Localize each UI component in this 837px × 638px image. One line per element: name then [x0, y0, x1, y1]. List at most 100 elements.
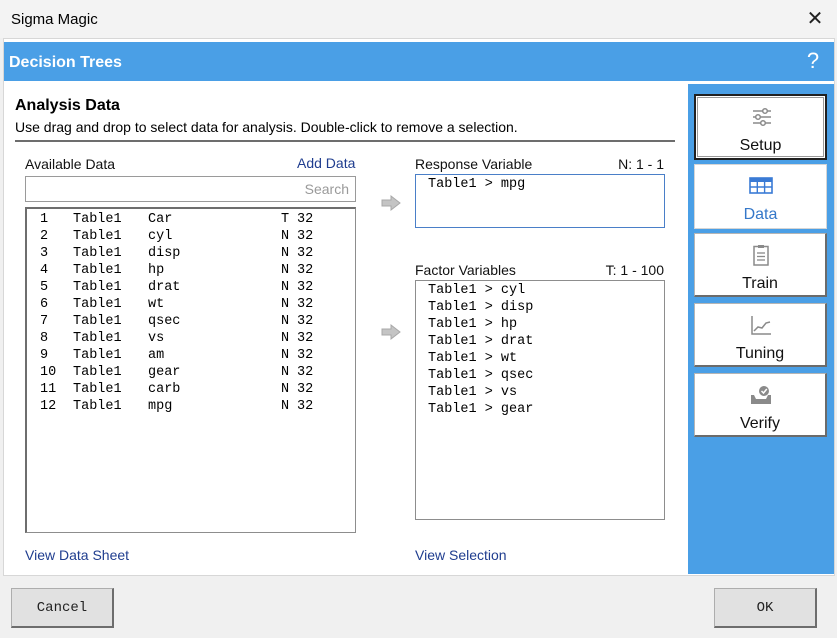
- available-data-row[interactable]: 6 Table1 wt N 32: [27, 296, 355, 313]
- row-type: N: [281, 297, 290, 312]
- available-data-row[interactable]: 3 Table1 disp N 32: [27, 245, 355, 262]
- row-count: 32: [297, 297, 314, 312]
- add-data-link[interactable]: Add Data: [297, 155, 355, 171]
- row-count: 32: [297, 382, 314, 397]
- available-data-row[interactable]: 5 Table1 drat N 32: [27, 279, 355, 296]
- row-table: Table1: [73, 280, 122, 295]
- row-variable-name: qsec: [148, 314, 181, 329]
- row-number: 11: [40, 382, 57, 397]
- nav-setup-label: Setup: [739, 137, 782, 154]
- row-type: N: [281, 331, 290, 346]
- row-type: N: [281, 246, 290, 261]
- row-count: 32: [297, 246, 314, 261]
- nav-setup-button[interactable]: Setup: [694, 94, 827, 160]
- row-variable-name: carb: [148, 382, 181, 397]
- close-icon[interactable]: ✕: [800, 6, 830, 32]
- row-count: 32: [297, 212, 314, 227]
- row-number: 5: [40, 280, 49, 295]
- nav-data-label: Data: [743, 206, 778, 223]
- window-titlebar: Sigma Magic ✕: [0, 0, 837, 38]
- row-variable-name: drat: [148, 280, 181, 295]
- available-data-row[interactable]: 11 Table1 carb N 32: [27, 381, 355, 398]
- factor-variables-label: Factor Variables: [415, 262, 516, 278]
- factor-variables-list[interactable]: Table1 > cyl Table1 > disp Table1 > hp Tabl…: [415, 280, 665, 520]
- available-data-row[interactable]: 4 Table1 hp N 32: [27, 262, 355, 279]
- view-selection-link[interactable]: View Selection: [415, 547, 507, 563]
- move-right-arrow-icon[interactable]: [381, 323, 401, 341]
- row-table: Table1: [73, 382, 122, 397]
- search-input[interactable]: [25, 176, 356, 202]
- ok-button[interactable]: OK: [714, 588, 817, 628]
- row-number: 9: [40, 348, 49, 363]
- row-number: 10: [40, 365, 57, 380]
- response-variable-list[interactable]: Table1 > mpg: [415, 174, 665, 228]
- row-variable-name: am: [148, 348, 165, 363]
- available-data-row[interactable]: 7 Table1 qsec N 32: [27, 313, 355, 330]
- row-table: Table1: [73, 212, 122, 227]
- row-number: 4: [40, 263, 49, 278]
- nav-data-button[interactable]: Data: [694, 164, 827, 229]
- dialog-title: Decision Trees: [9, 54, 122, 71]
- factor-variable-item[interactable]: Table1 > vs: [428, 384, 664, 401]
- row-table: Table1: [73, 399, 122, 414]
- row-count: 32: [297, 348, 314, 363]
- available-data-row[interactable]: 2 Table1 cyl N 32: [27, 228, 355, 245]
- row-number: 12: [40, 399, 57, 414]
- available-data-list[interactable]: 1 Table1 Car T 32 2 Table1 cyl N 32 3 Table1 disp N 32…: [25, 207, 356, 533]
- available-data-row[interactable]: 9 Table1 am N 32: [27, 347, 355, 364]
- available-data-row[interactable]: 1 Table1 Car T 32: [27, 211, 355, 228]
- factor-variable-item[interactable]: Table1 > qsec: [428, 367, 664, 384]
- nav-tuning-button[interactable]: Tuning: [694, 303, 827, 367]
- row-table: Table1: [73, 331, 122, 346]
- nav-train-button[interactable]: Train: [694, 233, 827, 297]
- row-number: 3: [40, 246, 49, 261]
- factor-variable-item[interactable]: Table1 > hp: [428, 316, 664, 333]
- table-icon: [749, 177, 773, 194]
- row-count: 32: [297, 229, 314, 244]
- row-count: 32: [297, 365, 314, 380]
- row-type: N: [281, 314, 290, 329]
- cancel-button[interactable]: Cancel: [11, 588, 114, 628]
- view-data-sheet-link[interactable]: View Data Sheet: [25, 547, 129, 563]
- dialog-header: Decision Trees ?: [4, 42, 834, 81]
- dialog-footer: [0, 576, 837, 638]
- row-variable-name: gear: [148, 365, 181, 380]
- row-table: Table1: [73, 365, 122, 380]
- response-variable-label: Response Variable: [415, 156, 533, 172]
- help-icon[interactable]: ?: [802, 48, 824, 74]
- factor-variable-item[interactable]: Table1 > wt: [428, 350, 664, 367]
- row-type: T: [281, 212, 290, 227]
- response-variable-item[interactable]: Table1 > mpg: [428, 176, 664, 193]
- row-count: 32: [297, 314, 314, 329]
- row-type: N: [281, 348, 290, 363]
- factor-variable-item[interactable]: Table1 > cyl: [428, 282, 664, 299]
- nav-train-label: Train: [742, 275, 778, 292]
- row-variable-name: vs: [148, 331, 165, 346]
- row-table: Table1: [73, 297, 122, 312]
- available-data-row[interactable]: 10 Table1 gear N 32: [27, 364, 355, 381]
- available-data-row[interactable]: 8 Table1 vs N 32: [27, 330, 355, 347]
- row-variable-name: mpg: [148, 399, 173, 414]
- nav-verify-button[interactable]: Verify: [694, 373, 827, 437]
- row-variable-name: disp: [148, 246, 181, 261]
- row-type: N: [281, 399, 290, 414]
- row-number: 2: [40, 229, 49, 244]
- available-data-label: Available Data: [25, 156, 116, 172]
- move-right-arrow-icon[interactable]: [381, 194, 401, 212]
- response-range-label: N: 1 - 1: [618, 156, 664, 172]
- factor-variable-item[interactable]: Table1 > disp: [428, 299, 664, 316]
- row-variable-name: wt: [148, 297, 165, 312]
- row-variable-name: hp: [148, 263, 165, 278]
- row-table: Table1: [73, 229, 122, 244]
- row-count: 32: [297, 331, 314, 346]
- row-table: Table1: [73, 314, 122, 329]
- factor-variable-item[interactable]: Table1 > drat: [428, 333, 664, 350]
- window-title: Sigma Magic: [11, 11, 98, 28]
- row-count: 32: [297, 399, 314, 414]
- row-number: 7: [40, 314, 49, 329]
- row-variable-name: Car: [148, 212, 173, 227]
- factor-variable-item[interactable]: Table1 > gear: [428, 401, 664, 418]
- available-data-row[interactable]: 12 Table1 mpg N 32: [27, 398, 355, 415]
- row-type: N: [281, 229, 290, 244]
- row-number: 1: [40, 212, 49, 227]
